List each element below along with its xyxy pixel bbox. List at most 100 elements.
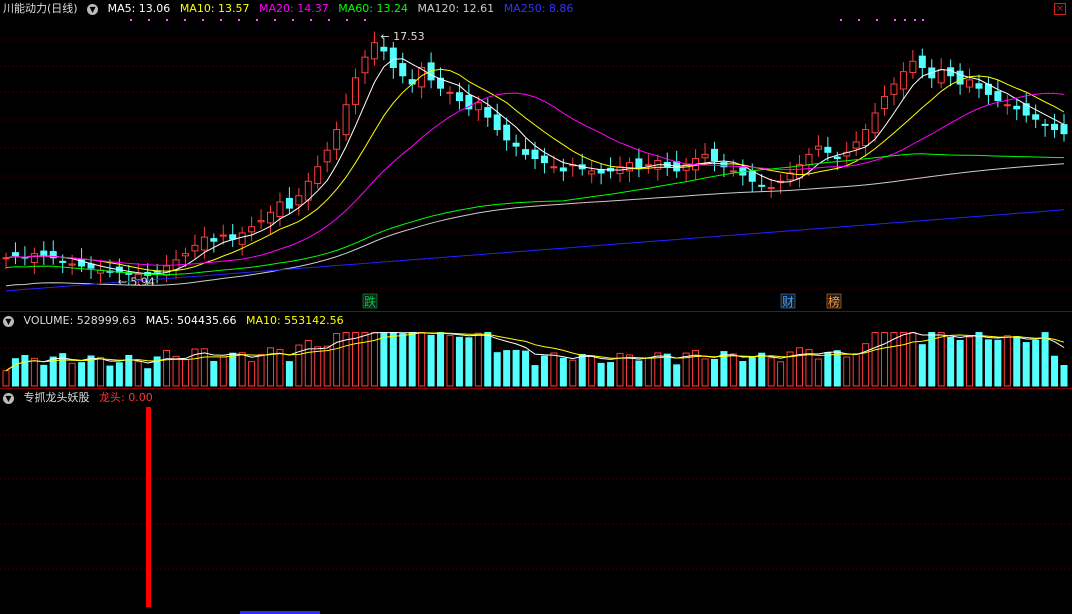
candle-body [937, 69, 945, 84]
candle-body [994, 91, 1002, 102]
volume-bar [729, 353, 737, 387]
volume-bar [210, 360, 218, 387]
ma10-label: MA10: 13.57 [179, 2, 250, 15]
signal-dot [202, 19, 204, 21]
candle-body [191, 244, 199, 252]
volume-bar [909, 332, 917, 387]
candle-body [257, 220, 265, 223]
candle-body [389, 47, 397, 69]
candle-body [59, 260, 67, 263]
chevron-down-icon[interactable]: ▼ [3, 315, 14, 327]
volume-bar [1032, 339, 1040, 387]
ma250-line [5, 209, 1065, 292]
volume-bar [30, 357, 38, 387]
candle-body [361, 56, 369, 74]
volume-bar [418, 332, 426, 387]
volume-bar [607, 362, 615, 387]
candle-body [267, 211, 274, 224]
volume-bar [956, 339, 964, 387]
price-grid [0, 39, 1072, 289]
candle-body [229, 234, 237, 240]
volume-bar [2, 370, 10, 387]
candle-body [767, 186, 775, 189]
price-panel[interactable]: 川能动力(日线) ▼ MA5: 13.06 MA10: 13.57 MA20: … [0, 0, 1072, 312]
volume-bar [852, 353, 860, 387]
chevron-down-icon[interactable]: ▼ [3, 392, 14, 404]
volume-bar [238, 352, 246, 387]
candle-body [918, 55, 926, 69]
candle-body [1041, 123, 1049, 126]
signal-dot [858, 19, 860, 21]
volume-bar [408, 332, 416, 387]
volume-bar [96, 356, 104, 387]
ma20-line [5, 92, 1065, 266]
volume-bar [134, 361, 142, 387]
volume-bar [181, 359, 189, 387]
candle-body [540, 155, 548, 164]
volume-ma10-label: MA10: 553142.56 [245, 314, 344, 327]
chevron-down-icon[interactable]: ▼ [87, 3, 99, 15]
volume-bar [701, 358, 709, 387]
volume-bar [588, 355, 596, 387]
ma5-label: MA5: 13.06 [107, 2, 171, 15]
volume-bar [928, 332, 936, 387]
candle-body [1013, 105, 1021, 110]
candle-body [370, 42, 378, 60]
volume-bar [163, 350, 171, 387]
indicator-chart [0, 407, 1072, 607]
volume-bar [144, 368, 152, 387]
volume-bar [1051, 355, 1059, 387]
volume-bar [522, 350, 530, 387]
volume-ma5-label: MA5: 504435.66 [145, 314, 237, 327]
volume-bar [304, 340, 312, 387]
signal-dot [274, 19, 276, 21]
volume-bar [455, 336, 463, 387]
signal-dot [364, 19, 366, 21]
candle-body [956, 70, 964, 85]
volume-bar [673, 364, 681, 387]
volume-bar [257, 354, 265, 387]
candle-body [635, 158, 643, 170]
candle-body [1060, 124, 1068, 135]
candle-body [909, 60, 917, 73]
volume-bar [1041, 332, 1049, 387]
price-header: 川能动力(日线) ▼ MA5: 13.06 MA10: 13.57 MA20: … [0, 0, 579, 18]
volume-panel[interactable]: ▼ VOLUME: 528999.63 MA5: 504435.66 MA10:… [0, 312, 1072, 389]
volume-bar [824, 352, 832, 387]
volume-bar [437, 332, 445, 387]
volume-bar [531, 365, 539, 387]
signal-dot [922, 19, 924, 21]
candle-body [248, 226, 256, 233]
volume-bar [323, 345, 331, 387]
candle-body [588, 170, 596, 175]
candle-body [295, 195, 303, 206]
candle-body [314, 166, 322, 184]
candle-body [493, 114, 501, 131]
volume-bar [78, 362, 86, 387]
candle-body [824, 146, 832, 153]
volume-bar [984, 339, 992, 387]
volume-bar [767, 357, 775, 387]
indicator-panel[interactable]: ▼ 专抓龙头妖股 龙头: 0.00 [0, 389, 1072, 612]
volume-bar [229, 352, 237, 387]
signal-dot [292, 19, 294, 21]
volume-bar [40, 364, 48, 387]
volume-bar [219, 356, 227, 387]
signal-dot [166, 19, 168, 21]
volume-bar [361, 332, 369, 387]
volume-bar [635, 360, 643, 387]
signal-dot [346, 19, 348, 21]
candle-body [200, 236, 208, 251]
candle-body [522, 149, 530, 155]
volume-bar [777, 361, 785, 387]
volume-bar [1022, 342, 1030, 387]
candle-body [352, 77, 360, 105]
volume-bar [644, 357, 652, 387]
close-icon[interactable]: × [1054, 3, 1066, 15]
volume-bar [918, 344, 926, 387]
ma60-label: MA60: 13.24 [338, 2, 408, 15]
candle-body [333, 129, 341, 150]
volume-bar [1003, 335, 1011, 387]
candle-body [550, 166, 558, 169]
volume-bar [710, 358, 718, 387]
